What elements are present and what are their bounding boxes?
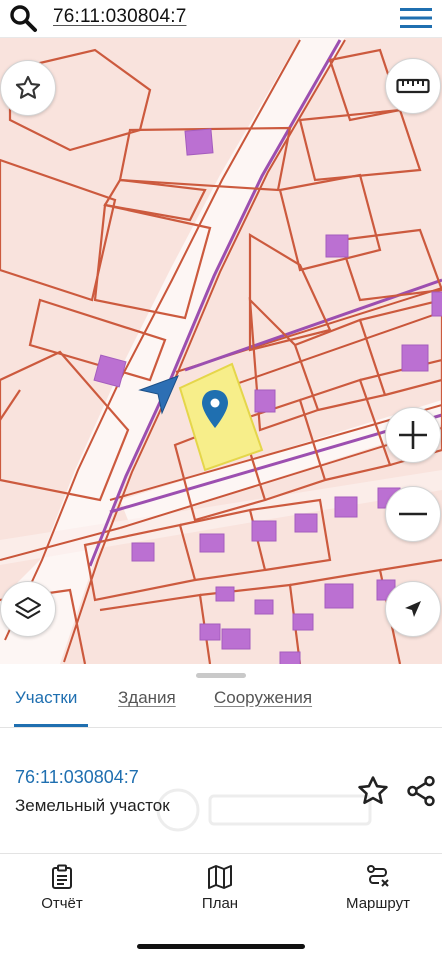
navigation-arrow-icon — [405, 601, 421, 617]
bottom-navigation: Отчёт План Маршрут — [0, 854, 442, 928]
search-bar[interactable]: 76:11:030804:7 — [0, 0, 442, 38]
add-favorite-star-icon[interactable] — [356, 774, 390, 808]
minus-icon — [399, 512, 427, 516]
cadastral-map[interactable] — [0, 38, 442, 664]
search-query[interactable]: 76:11:030804:7 — [53, 6, 186, 28]
watermark-logo — [156, 788, 372, 832]
parcel-cadastral-number[interactable]: 76:11:030804:7 — [15, 767, 139, 788]
hamburger-menu-icon[interactable] — [398, 4, 434, 32]
bottom-sheet: Участки Здания Сооружения 76:11:030804:7… — [0, 664, 442, 960]
tab-structures[interactable]: Сооружения — [214, 688, 312, 708]
share-icon[interactable] — [404, 774, 438, 808]
ruler-icon — [396, 78, 430, 94]
tab-buildings[interactable]: Здания — [118, 688, 176, 708]
my-location-button[interactable] — [385, 581, 441, 637]
nav-plan-label: План — [201, 895, 239, 912]
map-canvas[interactable] — [0, 38, 442, 664]
parcel-card[interactable]: 76:11:030804:7 Земельный участок — [0, 730, 442, 854]
search-icon[interactable] — [8, 3, 38, 33]
parcel-type: Земельный участок — [15, 796, 170, 815]
nav-route-button[interactable]: Маршрут — [323, 864, 433, 912]
home-indicator — [137, 944, 305, 949]
tab-parcels[interactable]: Участки — [15, 688, 77, 708]
star-icon — [15, 75, 41, 99]
plus-icon — [399, 421, 427, 449]
nav-report-button[interactable]: Отчёт — [7, 864, 117, 912]
nav-plan-button[interactable]: План — [165, 864, 275, 912]
layers-icon — [15, 597, 41, 619]
nav-route-label: Маршрут — [346, 895, 410, 912]
sheet-drag-handle[interactable] — [196, 673, 246, 678]
favorites-button[interactable] — [0, 60, 56, 116]
ruler-button[interactable] — [385, 58, 441, 114]
object-tabs: Участки Здания Сооружения — [0, 684, 442, 728]
zoom-in-button[interactable] — [385, 407, 441, 463]
nav-report-label: Отчёт — [41, 895, 83, 912]
clipboard-report-icon — [52, 864, 72, 889]
zoom-out-button[interactable] — [385, 486, 441, 542]
route-icon — [367, 865, 389, 887]
layers-button[interactable] — [0, 581, 56, 637]
map-plan-icon — [208, 865, 232, 889]
active-tab-indicator — [14, 724, 88, 727]
